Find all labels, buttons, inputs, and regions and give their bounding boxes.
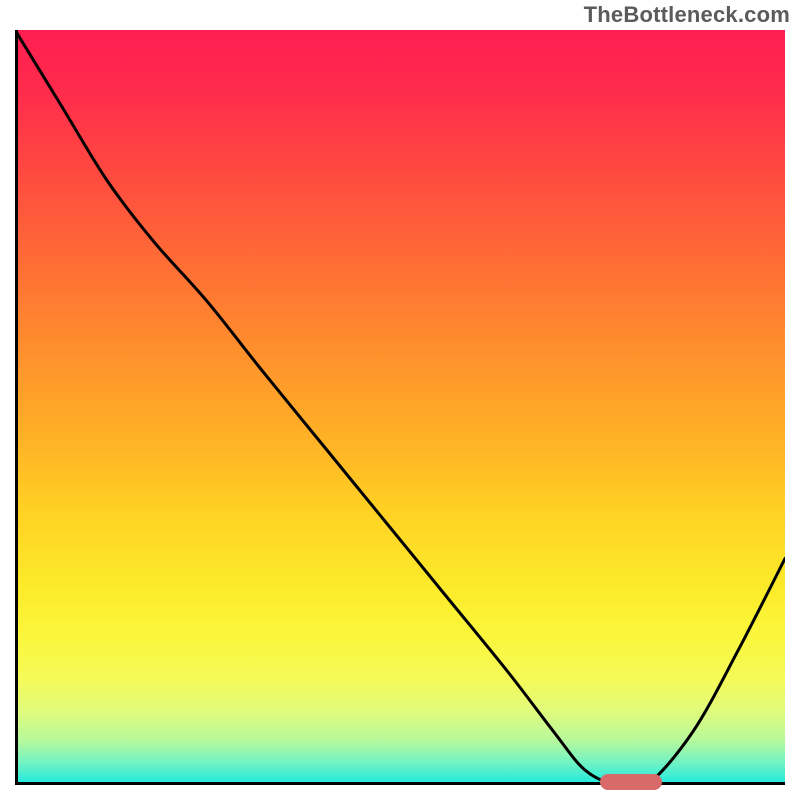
plot-area bbox=[15, 30, 785, 785]
heat-gradient-background bbox=[15, 30, 785, 785]
watermark-text: TheBottleneck.com bbox=[584, 2, 790, 28]
chart-container: TheBottleneck.com bbox=[0, 0, 800, 800]
